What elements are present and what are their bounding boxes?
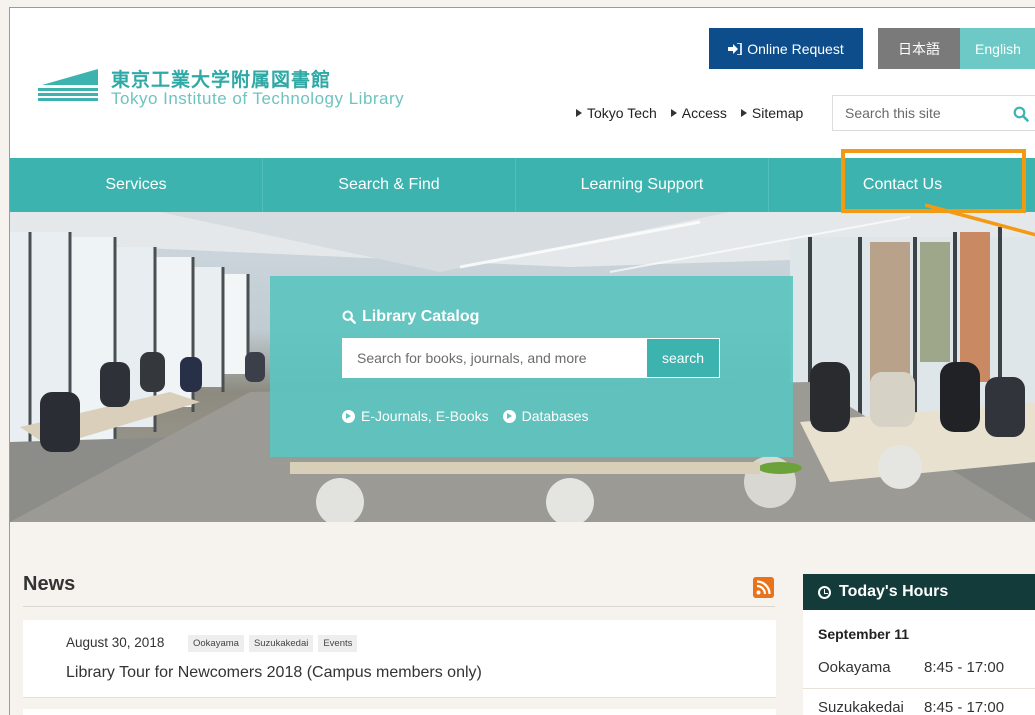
library-catalog-panel: Library Catalog search E-Journals, E-Boo… (270, 276, 793, 457)
circle-arrow-icon (342, 409, 355, 423)
search-icon[interactable] (1013, 106, 1029, 122)
access-link[interactable]: Access (670, 105, 727, 121)
news-divider (23, 606, 775, 607)
catalog-title: Library Catalog (342, 308, 479, 326)
hours-date: September 11 (818, 626, 910, 642)
nav-learning-support[interactable]: Learning Support (516, 158, 769, 212)
news-headline-link[interactable]: Library Tour for Newcomers 2018 (Campus … (66, 664, 482, 682)
online-request-label: Online Request (747, 40, 844, 57)
caret-right-icon (670, 109, 677, 117)
nav-search-and-find[interactable]: Search & Find (263, 158, 516, 212)
campus-name: Ookayama (818, 659, 891, 676)
hero-banner: Library Catalog search E-Journals, E-Boo… (10, 212, 1035, 522)
sitemap-link[interactable]: Sitemap (740, 105, 803, 121)
online-request-button[interactable]: Online Request (709, 28, 863, 69)
caret-right-icon (740, 109, 747, 117)
hours-row-ookayama: Ookayama 8:45 - 17:00 (818, 659, 1035, 676)
site-search-input[interactable] (833, 96, 1003, 130)
hours-divider (803, 688, 1035, 689)
site-search-box (832, 95, 1035, 131)
tag-suzukakedai: Suzukakedai (248, 635, 314, 652)
news-date: August 30, 2018 (66, 635, 165, 650)
annotation-arrow (925, 203, 1035, 237)
utility-links: Tokyo Tech Access Sitemap (576, 105, 803, 121)
nav-services[interactable]: Services (10, 158, 263, 212)
english-language-button[interactable]: English (960, 28, 1035, 69)
japanese-language-button[interactable]: 日本語 (878, 28, 960, 69)
rss-icon[interactable] (753, 577, 774, 598)
logo-japanese-name: 東京工業大学附属図書館 (111, 69, 332, 91)
catalog-search-button[interactable]: search (646, 338, 720, 378)
caret-right-icon (576, 109, 582, 117)
news-heading: News (23, 573, 76, 595)
site-header: 東京工業大学附属図書館 Tokyo Institute of Technolog… (10, 8, 1035, 158)
browser-page: 東京工業大学附属図書館 Tokyo Institute of Technolog… (9, 7, 1035, 715)
catalog-search-input[interactable] (342, 338, 646, 378)
todays-hours-panel: September 11 Ookayama 8:45 - 17:00 Suzuk… (803, 610, 1035, 715)
todays-hours-header: Today's Hours (803, 574, 1035, 610)
clock-icon (818, 585, 831, 599)
catalog-links: E-Journals, E-Books Databases (342, 408, 589, 424)
logo-english-name: Tokyo Institute of Technology Library (111, 89, 405, 108)
news-list-item (23, 709, 776, 715)
campus-name: Suzukakedai (818, 699, 904, 715)
hours-row-suzukakedai: Suzukakedai 8:45 - 17:00 (818, 699, 1035, 715)
news-tags: Ookayama Suzukakedai Events (188, 635, 358, 652)
library-logo[interactable]: 東京工業大学附属図書館 Tokyo Institute of Technolog… (38, 63, 448, 113)
tag-ookayama: Ookayama (188, 635, 244, 652)
databases-link[interactable]: Databases (502, 408, 589, 424)
opening-time: 8:45 - 17:00 (924, 699, 1005, 715)
tokyo-tech-link[interactable]: Tokyo Tech (576, 105, 657, 121)
circle-arrow-icon (502, 409, 516, 423)
sign-in-icon (728, 42, 743, 55)
todays-hours-title: Today's Hours (839, 583, 949, 600)
search-icon (342, 310, 356, 324)
opening-time: 8:45 - 17:00 (924, 659, 1005, 676)
e-journals-link[interactable]: E-Journals, E-Books (342, 408, 489, 424)
library-logo-icon (38, 69, 98, 101)
news-list-item[interactable]: August 30, 2018 Ookayama Suzukakedai Eve… (23, 620, 776, 698)
catalog-title-label: Library Catalog (362, 308, 480, 325)
tag-events: Events (318, 635, 358, 652)
